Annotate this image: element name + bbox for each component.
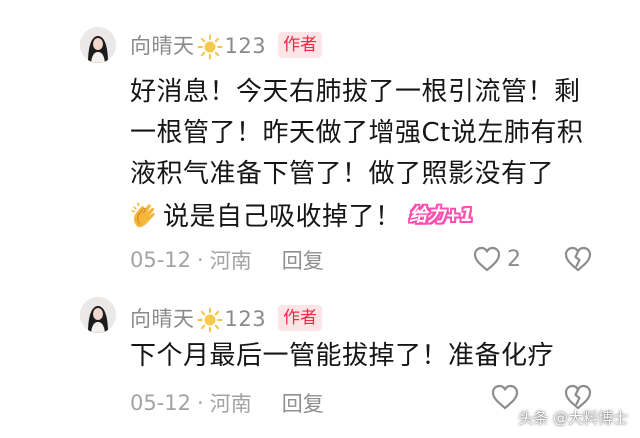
- clapping-hands-icon: [131, 202, 155, 228]
- sticker-geili: 给力+1: [409, 205, 474, 226]
- author-badge: 作者: [278, 305, 323, 331]
- comment-line: 好消息！今天右肺拔了一根引流管！剩: [130, 77, 581, 107]
- comment-item: 向晴天 123 作者 好消息！今天右肺拔了一根引流管！剩 一根管了！昨天做了增强C…: [0, 0, 640, 290]
- like-button[interactable]: [490, 383, 520, 411]
- sun-icon: [197, 307, 222, 333]
- reply-button[interactable]: 回复: [282, 388, 324, 418]
- reply-button[interactable]: 回复: [282, 245, 324, 275]
- comment-line: 下个月最后一管能拔掉了！准备化疗: [130, 341, 555, 371]
- sun-icon: [197, 34, 222, 60]
- watermark: 头条 @大料博士: [518, 409, 628, 427]
- comment-date: 05-12: [130, 391, 192, 415]
- comment-text: 好消息！今天右肺拔了一根引流管！剩 一根管了！昨天做了增强Ct说左肺有积 液积气…: [130, 72, 600, 238]
- comment-location: 河南: [209, 249, 252, 273]
- comment-date: 05-12: [130, 248, 192, 272]
- avatar[interactable]: [80, 27, 116, 63]
- separator-dot: ·: [197, 248, 204, 272]
- author-badge: 作者: [278, 32, 323, 58]
- like-count: 2: [507, 246, 521, 272]
- separator-dot: ·: [197, 391, 204, 415]
- comment-line: 液积气准备下管了！做了照影没有了: [130, 159, 555, 189]
- comment-header: 向晴天 123 作者: [130, 30, 323, 60]
- username[interactable]: 向晴天 123: [130, 30, 266, 60]
- dislike-button[interactable]: [563, 245, 593, 277]
- like-button[interactable]: 2: [472, 245, 521, 273]
- comment-location: 河南: [209, 392, 252, 416]
- heart-icon: [473, 246, 501, 272]
- comment-meta: 05-12 · 河南 回复: [130, 245, 324, 275]
- comment-line-last: 说是自己吸收掉了！ 给力+1: [130, 195, 600, 238]
- comment-text: 下个月最后一管能拔掉了！准备化疗: [130, 336, 600, 377]
- comment-header: 向晴天 123 作者: [130, 303, 323, 333]
- comment-line: 一根管了！昨天做了增强Ct说左肺有积: [130, 118, 584, 148]
- comment-meta: 05-12 · 河南 回复: [130, 388, 324, 418]
- heart-icon: [491, 384, 519, 410]
- avatar[interactable]: [80, 297, 116, 333]
- broken-heart-icon: [564, 246, 592, 272]
- username[interactable]: 向晴天 123: [130, 303, 266, 333]
